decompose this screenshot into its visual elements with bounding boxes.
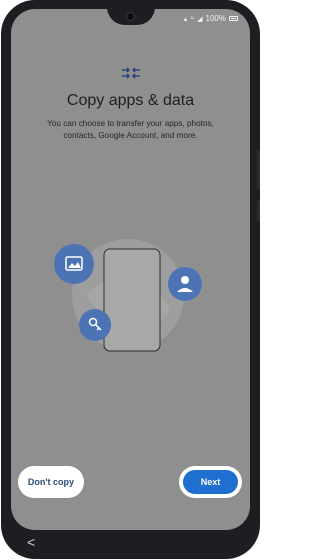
navigation-bar: < bbox=[1, 530, 260, 559]
phone-outline-icon bbox=[103, 248, 161, 352]
dont-copy-button[interactable]: Don't copy bbox=[21, 470, 81, 494]
illustration bbox=[54, 239, 202, 352]
next-button[interactable]: Next bbox=[183, 470, 238, 494]
screen: ▴ ≈ ◢ 100% Copy apps & data You can choo… bbox=[11, 9, 250, 530]
volume-button bbox=[257, 150, 260, 190]
power-button bbox=[257, 200, 260, 222]
person-icon bbox=[168, 267, 202, 301]
phone-frame: ▴ ≈ ◢ 100% Copy apps & data You can choo… bbox=[1, 0, 260, 559]
key-icon bbox=[79, 309, 111, 341]
image-icon bbox=[54, 244, 94, 284]
back-icon[interactable]: < bbox=[27, 534, 35, 550]
